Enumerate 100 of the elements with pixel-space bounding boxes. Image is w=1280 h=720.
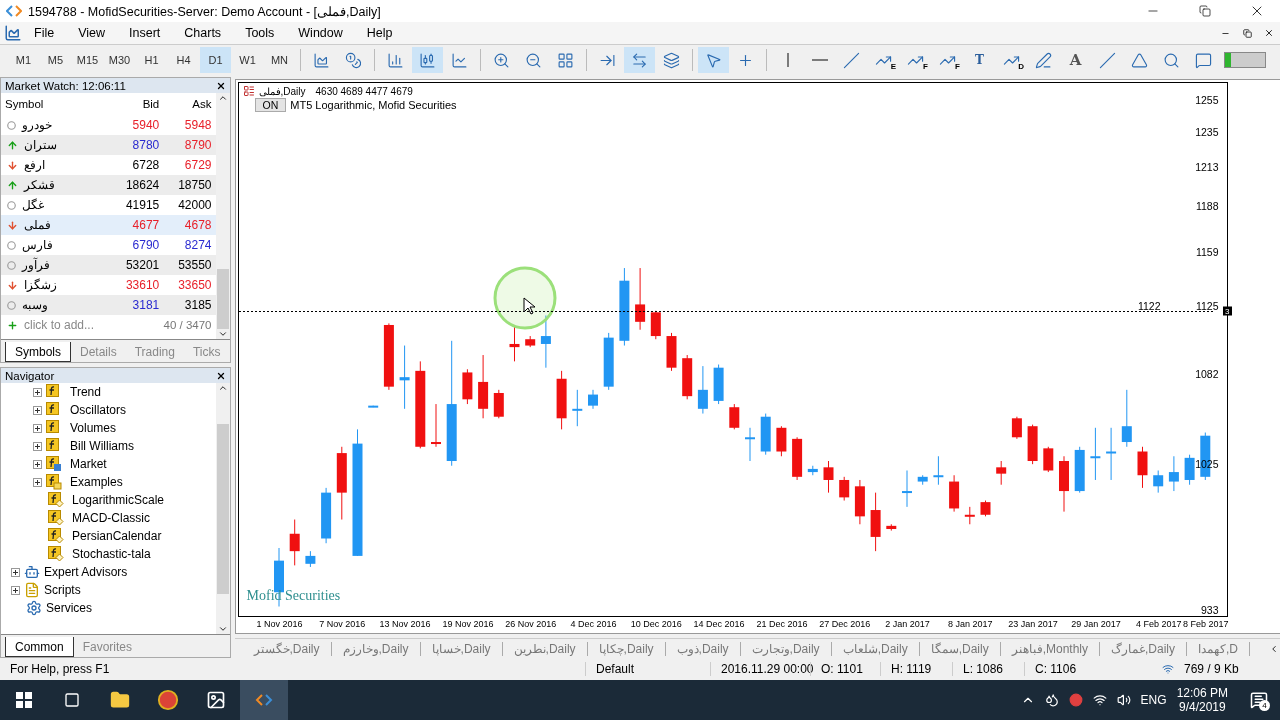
chart-tab[interactable]: خساپا,Daily bbox=[420, 641, 503, 656]
app-logo-icon bbox=[255, 693, 273, 707]
fibonacci-button[interactable]: F bbox=[900, 47, 931, 73]
navigator-item[interactable]: Bill Williams bbox=[70, 439, 134, 453]
chart-tab[interactable]: خگستر,Daily bbox=[242, 641, 332, 656]
fibonacci-button[interactable]: D bbox=[996, 47, 1027, 73]
chart-tab[interactable]: غمارگ,Daily bbox=[1100, 641, 1188, 656]
column-header[interactable]: Symbol bbox=[1, 98, 111, 110]
cursor-highlight-icon bbox=[491, 265, 558, 331]
scroll-down-icon[interactable] bbox=[217, 624, 228, 634]
chart-tab[interactable]: نطرین,Daily bbox=[502, 641, 588, 656]
indicator-icon bbox=[46, 384, 62, 400]
timeframe-button[interactable]: MN bbox=[264, 47, 295, 73]
timeframe-button[interactable]: H1 bbox=[136, 47, 167, 73]
menu-item[interactable]: Insert bbox=[117, 26, 173, 40]
price-label: 933 bbox=[1201, 603, 1219, 616]
date-label: 8 Feb 2017 bbox=[1183, 619, 1229, 629]
indicator-icon bbox=[46, 402, 62, 418]
expand-icon[interactable] bbox=[11, 585, 20, 595]
navigator-item[interactable]: LogarithmicScale bbox=[72, 493, 165, 507]
tray-app-icon[interactable] bbox=[1068, 693, 1083, 707]
symbol-name: زشگزا bbox=[24, 278, 57, 292]
navigator-item[interactable]: Stochastic-tala bbox=[72, 547, 151, 561]
navigator-item[interactable]: PersianCalendar bbox=[72, 529, 162, 543]
panel-tab[interactable]: Common bbox=[5, 637, 74, 657]
scroll-up-icon[interactable] bbox=[217, 383, 228, 393]
volume-icon[interactable] bbox=[1116, 693, 1131, 707]
timeframe-button[interactable]: D1 bbox=[200, 47, 231, 73]
chart-tab[interactable]: ذوب,Daily bbox=[665, 641, 741, 656]
chart-tab[interactable]: چکاپا,Daily bbox=[587, 641, 666, 656]
timeframe-button[interactable]: M30 bbox=[104, 47, 135, 73]
menu-item[interactable]: Window bbox=[286, 26, 355, 40]
expand-icon[interactable] bbox=[33, 405, 42, 415]
candle bbox=[838, 476, 849, 502]
text-tool[interactable]: A bbox=[1060, 47, 1091, 73]
panel-title: Market Watch: 12:06:11 bbox=[5, 79, 126, 92]
chart-tab[interactable]: فباهنر,Monthly bbox=[1000, 641, 1100, 656]
close-icon[interactable] bbox=[215, 370, 226, 381]
expand-icon[interactable] bbox=[33, 387, 42, 397]
navigator-item[interactable]: Expert Advisors bbox=[44, 565, 128, 579]
cursor-button[interactable] bbox=[698, 47, 729, 73]
timeframe-button[interactable]: M1 bbox=[8, 47, 39, 73]
candlestick-button[interactable] bbox=[412, 47, 443, 73]
expand-icon[interactable] bbox=[33, 477, 42, 487]
chart-tab[interactable]: وتجارت,Daily bbox=[740, 641, 832, 656]
indicator-name: MT5 Logarithmic, Mofid Securities bbox=[290, 99, 457, 111]
restore-icon bbox=[1242, 28, 1252, 38]
expand-icon[interactable] bbox=[33, 423, 42, 433]
navigator-item[interactable]: Scripts bbox=[44, 583, 81, 597]
chart-tab[interactable]: وخارزم,Daily bbox=[331, 641, 421, 656]
timeframe-button[interactable]: W1 bbox=[232, 47, 263, 73]
wifi-icon[interactable] bbox=[1092, 693, 1107, 707]
symbol-name: ارفع bbox=[24, 158, 45, 172]
bid-price: 6728 bbox=[132, 158, 160, 172]
price-line[interactable] bbox=[238, 309, 1214, 313]
expand-icon[interactable] bbox=[33, 441, 42, 451]
language-indicator[interactable]: ENG bbox=[1140, 693, 1167, 707]
navigator-item[interactable]: Services bbox=[46, 601, 92, 615]
chart-tab[interactable]: سمگا,Daily bbox=[919, 641, 1001, 656]
fibonacci-button[interactable]: E bbox=[868, 47, 899, 73]
chart-tab[interactable]: شلعاب,Daily bbox=[831, 641, 920, 656]
menu-item[interactable]: View bbox=[66, 26, 118, 40]
ask-price: 8790 bbox=[184, 138, 212, 152]
menu-item[interactable]: Charts bbox=[172, 26, 234, 40]
app-logo-icon bbox=[6, 4, 22, 18]
timeframe-button[interactable]: H4 bbox=[168, 47, 199, 73]
timeframe-button[interactable]: M15 bbox=[72, 47, 103, 73]
scroll-down-icon[interactable] bbox=[217, 329, 228, 339]
chart-tab[interactable]: کهمدا,D bbox=[1187, 641, 1251, 656]
scrollbar[interactable] bbox=[215, 383, 230, 634]
navigator-item[interactable]: Examples bbox=[70, 475, 123, 489]
indicator-toggle[interactable]: ON bbox=[254, 98, 287, 112]
custom-indicator-icon bbox=[48, 528, 64, 544]
candle bbox=[1121, 389, 1132, 448]
navigator-item[interactable]: Oscillators bbox=[70, 403, 126, 417]
navigator-item[interactable]: MACD-Classic bbox=[72, 511, 150, 525]
timeframe-button[interactable]: M5 bbox=[40, 47, 71, 73]
menu-item[interactable]: File bbox=[22, 26, 67, 40]
column-header[interactable]: Bid bbox=[111, 98, 164, 110]
navigator-item[interactable]: Market bbox=[70, 457, 107, 471]
navigator-item[interactable]: Volumes bbox=[70, 421, 117, 435]
column-header[interactable]: Ask bbox=[163, 98, 216, 110]
navigator-item[interactable]: Trend bbox=[70, 385, 101, 399]
date-label: 4 Feb 2017 bbox=[1135, 619, 1182, 629]
candle bbox=[289, 519, 300, 566]
menu-item[interactable]: Help bbox=[354, 26, 405, 40]
scrollbar-thumb[interactable] bbox=[216, 269, 229, 329]
expand-icon[interactable] bbox=[11, 567, 20, 577]
clock[interactable]: 12:06 PM 9/4/2019 bbox=[1176, 686, 1228, 714]
scroll-up-icon[interactable] bbox=[217, 93, 228, 103]
tile-icon bbox=[557, 51, 574, 69]
expand-icon[interactable] bbox=[33, 459, 42, 469]
add-symbol-link[interactable]: click to add... bbox=[24, 318, 95, 332]
text-tool[interactable]: T bbox=[964, 47, 995, 73]
date-label: 10 Dec 2016 bbox=[630, 619, 682, 629]
fibonacci-button[interactable]: F bbox=[932, 47, 963, 73]
close-icon[interactable] bbox=[215, 80, 226, 91]
menu-item[interactable]: Tools bbox=[233, 26, 287, 40]
panel-tab[interactable]: Symbols bbox=[5, 342, 71, 362]
scrollbar-thumb[interactable] bbox=[216, 423, 229, 594]
